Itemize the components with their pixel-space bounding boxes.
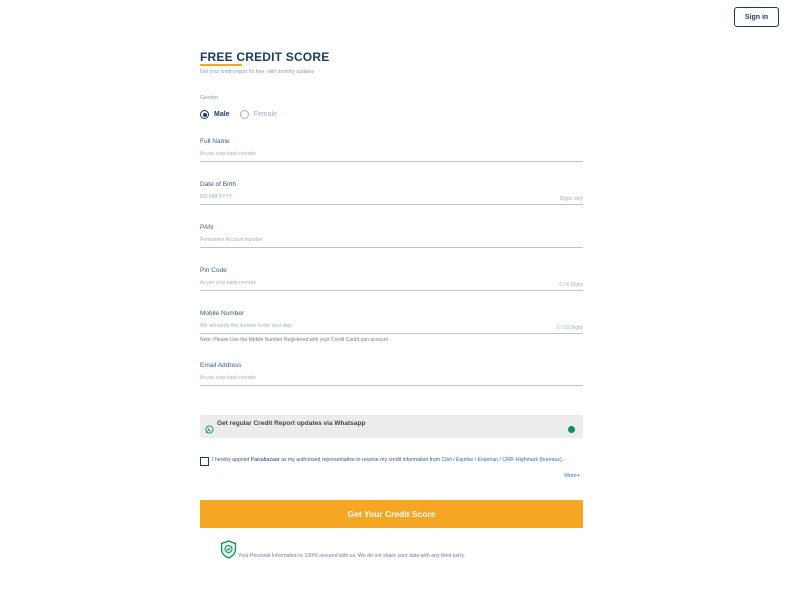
gender-female-label[interactable]: Female (254, 111, 277, 118)
gender-radio-group: Male Female (200, 110, 287, 119)
pin-code-counter: 0 / 6 Digits (559, 282, 583, 288)
gender-female-radio[interactable] (239, 110, 249, 119)
shield-check-icon (220, 540, 237, 559)
email-input[interactable]: As per your bank records (200, 375, 256, 381)
whatsapp-updates-box: Get regular Credit Report updates via Wh… (200, 415, 583, 438)
email-underline (200, 385, 583, 386)
title-underline (200, 64, 242, 66)
dob-field[interactable]: Date of Birth DD-MM-YYYY Digits only (200, 181, 583, 205)
email-field[interactable]: Email Address As per your bank records (200, 362, 583, 386)
page-title: FREE CREDIT SCORE (200, 50, 330, 64)
full-name-underline (200, 161, 583, 162)
full-name-input[interactable]: As per your bank records (200, 151, 256, 157)
mobile-number-input[interactable]: We will verify this number in the next s… (200, 323, 292, 329)
pan-field[interactable]: PAN Permanent Account Number (200, 224, 583, 248)
sign-in-button[interactable]: Sign in (734, 7, 779, 27)
mobile-number-field[interactable]: Mobile Number We will verify this number… (200, 310, 583, 334)
whatsapp-icon (205, 425, 214, 434)
mobile-number-note: Note: Please Use the Mobile Number Regis… (200, 337, 388, 343)
get-credit-score-button[interactable]: Get Your Credit Score (200, 500, 583, 528)
full-name-label: Full Name (200, 138, 230, 145)
full-name-field[interactable]: Full Name As per your bank records (200, 138, 583, 162)
secure-info-text: Your Personal Information is 100% secure… (238, 553, 466, 559)
pan-input[interactable]: Permanent Account Number (200, 237, 263, 243)
consent-middle: as my authorised representative to recei… (279, 457, 442, 463)
consent-bureaus-link[interactable]: Cibil / Equifax / Experian / CRIF Highma… (442, 457, 564, 463)
gender-male-radio[interactable] (200, 110, 209, 119)
pin-code-label: Pin Code (200, 267, 227, 274)
gender-male-label[interactable]: Male (214, 111, 230, 118)
consent-prefix: I hereby appoint (212, 457, 251, 463)
pin-code-field[interactable]: Pin Code As per your bank records 0 / 6 … (200, 267, 583, 291)
consent-more-link[interactable]: More+ (564, 473, 580, 479)
gender-label: Gender (200, 95, 219, 101)
dob-hint: Digits only (559, 196, 583, 202)
page-subtitle: Get your credit report for free, with mo… (200, 69, 315, 75)
email-label: Email Address (200, 362, 242, 369)
dob-underline (200, 204, 583, 205)
radio-selected-dot (202, 112, 207, 117)
dob-input[interactable]: DD-MM-YYYY (200, 194, 232, 200)
mobile-number-underline (200, 333, 583, 334)
pan-underline (200, 247, 583, 248)
whatsapp-updates-text: Get regular Credit Report updates via Wh… (217, 420, 366, 427)
dob-label: Date of Birth (200, 181, 237, 188)
whatsapp-toggle[interactable] (568, 426, 575, 433)
consent-brand: Paisabazaar (250, 457, 280, 463)
mobile-number-counter: 0 / 10 Digits (556, 325, 583, 331)
mobile-number-label: Mobile Number (200, 310, 245, 317)
consent-text: I hereby appoint Paisabazaar as my autho… (212, 457, 584, 465)
consent-checkbox[interactable] (200, 457, 209, 466)
pin-code-underline (200, 290, 583, 291)
pan-label: PAN (200, 224, 213, 231)
pin-code-input[interactable]: As per your bank records (200, 280, 256, 286)
